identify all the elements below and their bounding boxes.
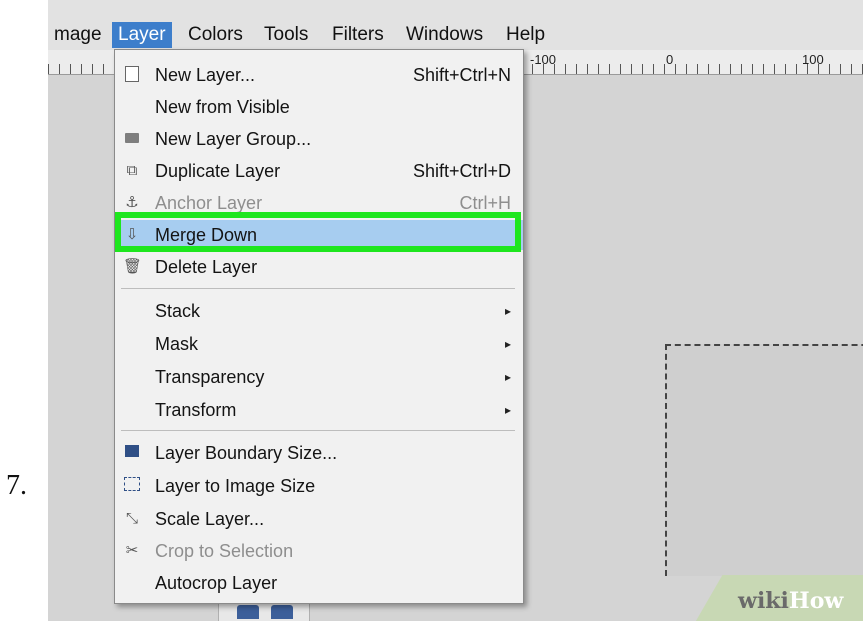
menu-item-new-layer-group[interactable]: New Layer Group...: [115, 124, 523, 154]
menu-item-new-from-visible[interactable]: New from Visible: [115, 92, 523, 122]
menu-item-autocrop-layer[interactable]: Autocrop Layer: [115, 568, 523, 598]
menu-item-label: New Layer...: [155, 65, 256, 85]
menu-item-shortcut: Shift+Ctrl+N: [412, 65, 511, 85]
layer-icon[interactable]: [237, 605, 259, 619]
menu-item-label: Stack: [155, 301, 201, 321]
menu-filters[interactable]: Filters: [326, 22, 390, 48]
menu-item-anchor-layer[interactable]: ⚓ Anchor Layer Ctrl+H: [115, 188, 523, 218]
submenu-arrow-icon: ▸: [504, 337, 511, 351]
menu-colors[interactable]: Colors: [182, 22, 249, 48]
menu-windows[interactable]: Windows: [400, 22, 489, 48]
ruler-label: 100: [802, 52, 824, 67]
menu-item-label: Merge Down: [155, 225, 258, 245]
menu-item-duplicate-layer[interactable]: ⧉ Duplicate Layer Shift+Ctrl+D: [115, 156, 523, 186]
merge-down-icon: ⇩: [125, 226, 139, 243]
menu-item-label: Layer to Image Size: [155, 476, 316, 496]
menu-item-label: Autocrop Layer: [155, 573, 278, 593]
crop-icon: ✂: [125, 542, 139, 559]
menu-item-label: New from Visible: [155, 97, 290, 117]
watermark-logo: wikiHow: [738, 588, 843, 614]
menu-separator: [121, 288, 515, 289]
menu-item-label: Transform: [155, 400, 237, 420]
menu-item-merge-down[interactable]: ⇩ Merge Down: [115, 220, 523, 250]
new-layer-icon: [123, 66, 141, 84]
menu-item-crop-to-selection[interactable]: ✂ Crop to Selection: [115, 536, 523, 566]
menu-item-layer-to-image-size[interactable]: Layer to Image Size: [115, 471, 523, 501]
menu-item-layer-boundary-size[interactable]: Layer Boundary Size...: [115, 438, 523, 468]
image-boundary: [665, 344, 863, 576]
menu-item-label: Transparency: [155, 367, 265, 387]
duplicate-icon: ⧉: [126, 162, 138, 179]
menu-item-label: Scale Layer...: [155, 509, 265, 529]
menubar: mage Layer Colors Tools Filters Windows …: [48, 0, 863, 50]
ruler-label: 0: [666, 52, 674, 67]
delete-icon: 🗑: [123, 258, 143, 275]
menu-item-transparency[interactable]: Transparency ▸: [115, 362, 523, 392]
submenu-arrow-icon: ▸: [504, 403, 511, 417]
ruler-label: -100: [530, 52, 557, 67]
menu-item-label: Anchor Layer: [155, 193, 263, 213]
gimp-window: mage Layer Colors Tools Filters Windows …: [48, 0, 863, 621]
anchor-icon: ⚓: [125, 194, 139, 211]
scale-icon: ⤡: [125, 510, 138, 527]
menu-layer[interactable]: Layer: [112, 22, 172, 48]
menu-image[interactable]: mage: [48, 22, 108, 48]
layer-to-image-icon: [123, 477, 141, 495]
layer-icon[interactable]: [271, 605, 293, 619]
watermark-text-how: How: [788, 588, 844, 614]
menu-separator: [121, 430, 515, 431]
menu-item-label: New Layer Group...: [155, 129, 312, 149]
menu-item-shortcut: Ctrl+H: [459, 193, 511, 213]
boundary-size-icon: [123, 444, 141, 462]
menu-item-stack[interactable]: Stack ▸: [115, 296, 523, 326]
menu-tools[interactable]: Tools: [258, 22, 314, 48]
layer-menu-dropdown: New Layer... Shift+Ctrl+N New from Visib…: [114, 49, 524, 604]
folder-icon: [123, 130, 141, 148]
menu-item-transform[interactable]: Transform ▸: [115, 395, 523, 425]
menu-item-new-layer[interactable]: New Layer... Shift+Ctrl+N: [115, 60, 523, 90]
menu-item-delete-layer[interactable]: 🗑 Delete Layer: [115, 252, 523, 282]
menu-item-label: Layer Boundary Size...: [155, 443, 338, 463]
step-number: 7.: [6, 470, 27, 501]
submenu-arrow-icon: ▸: [504, 370, 511, 384]
menu-item-shortcut: Shift+Ctrl+D: [412, 161, 511, 181]
menu-item-label: Crop to Selection: [155, 541, 294, 561]
menu-item-label: Duplicate Layer: [155, 161, 281, 181]
menu-item-label: Mask: [155, 334, 199, 354]
menu-item-label: Delete Layer: [155, 257, 258, 277]
menu-item-scale-layer[interactable]: ⤡ Scale Layer...: [115, 504, 523, 534]
submenu-arrow-icon: ▸: [504, 304, 511, 318]
menu-help[interactable]: Help: [500, 22, 551, 48]
menu-item-mask[interactable]: Mask ▸: [115, 329, 523, 359]
watermark-text-wiki: wiki: [738, 588, 789, 614]
